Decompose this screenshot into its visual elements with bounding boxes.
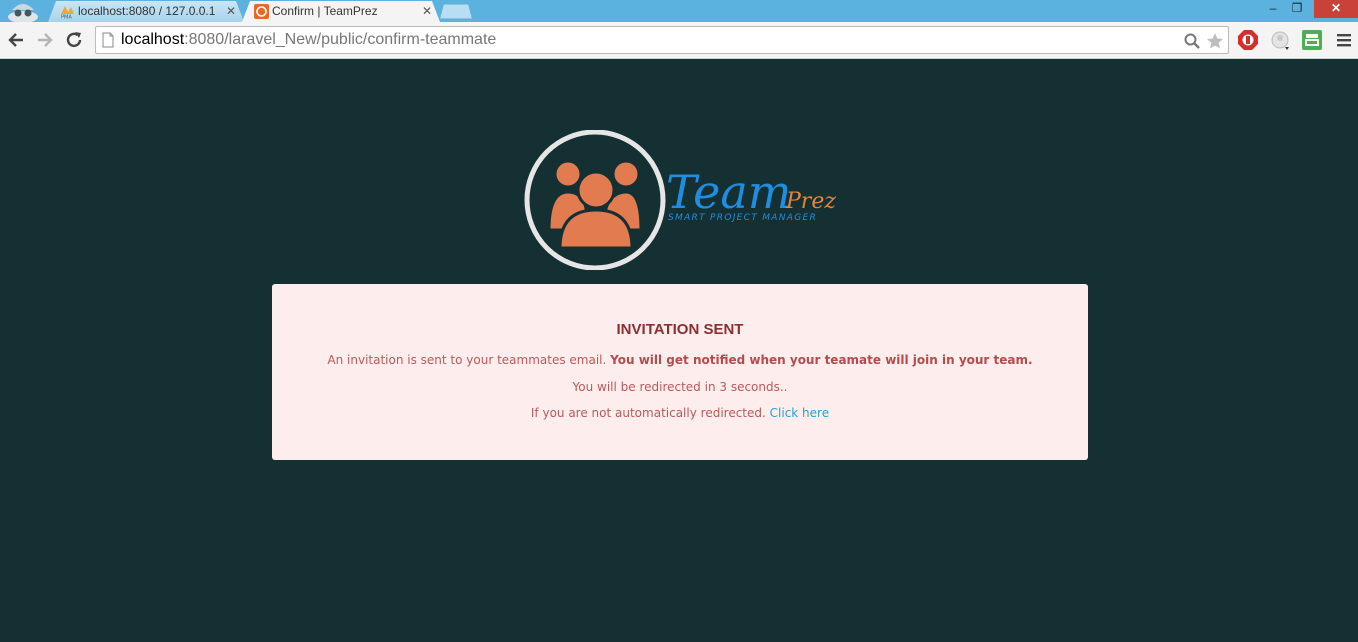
tab-phpmyadmin[interactable]: PMA localhost:8080 / 127.0.0.1 ✕ [48, 1, 244, 22]
url-text: localhost:8080/laravel_New/public/confir… [121, 31, 496, 49]
redirect-fallback: If you are not automatically redirected.… [272, 406, 1088, 420]
address-bar[interactable]: localhost:8080/laravel_New/public/confir… [95, 26, 1229, 54]
logo-brand-main: Team [666, 165, 791, 219]
notice-title: INVITATION SENT [616, 321, 744, 338]
close-window-button[interactable]: ✕ [1314, 0, 1358, 18]
browser-titlebar: PMA localhost:8080 / 127.0.0.1 ✕ Confirm… [0, 0, 1358, 22]
tab-confirm-teamprez[interactable]: Confirm | TeamPrez ✕ [242, 1, 440, 22]
bookmark-star-icon[interactable] [1206, 32, 1224, 50]
url-path: :8080/laravel_New/public/confirm-teammat… [184, 31, 497, 48]
tab-title: Confirm | TeamPrez [272, 4, 378, 18]
forward-arrow-icon[interactable] [35, 30, 55, 50]
adblock-icon[interactable] [1237, 29, 1259, 51]
back-arrow-icon[interactable] [6, 30, 26, 50]
print-extension-icon[interactable] [1301, 29, 1323, 51]
invitation-notice-card: INVITATION SENT An invitation is sent to… [272, 284, 1088, 460]
redirect-fallback-text: If you are not automatically redirected. [530, 406, 770, 420]
pma-icon: PMA [61, 6, 74, 20]
svg-text:PMA: PMA [61, 15, 72, 20]
logo-brand-suffix: Prez [785, 189, 836, 214]
tab-title: localhost:8080 / 127.0.0.1 [78, 4, 216, 18]
reload-icon[interactable] [64, 30, 84, 50]
teamprez-logo: Team Prez SMART PROJECT MANAGER [524, 130, 836, 270]
notice-message-text: An invitation is sent to your teammates … [327, 353, 611, 367]
teamprez-favicon [254, 4, 269, 19]
url-host: localhost [121, 31, 185, 48]
tab-close-icon[interactable]: ✕ [226, 1, 236, 21]
search-zoom-icon[interactable] [1183, 32, 1201, 50]
extension-user-icon[interactable] [1270, 29, 1292, 51]
click-here-link[interactable]: Click here [770, 406, 829, 420]
minimize-button[interactable]: ‒ [1262, 0, 1284, 18]
redirect-countdown: You will be redirected in 3 seconds.. [572, 380, 788, 394]
notice-message-bold: You will get notified when your teamate … [610, 353, 1033, 367]
tab-close-icon[interactable]: ✕ [422, 1, 432, 21]
menu-icon[interactable] [1333, 29, 1355, 51]
new-tab-button[interactable] [440, 4, 472, 19]
notice-message: An invitation is sent to your teammates … [272, 353, 1088, 367]
page-icon [102, 32, 114, 48]
incognito-icon [8, 4, 38, 22]
logo-tagline: SMART PROJECT MANAGER [668, 213, 817, 223]
maximize-button[interactable]: ❐ [1286, 0, 1308, 18]
browser-toolbar: localhost:8080/laravel_New/public/confir… [0, 22, 1358, 59]
